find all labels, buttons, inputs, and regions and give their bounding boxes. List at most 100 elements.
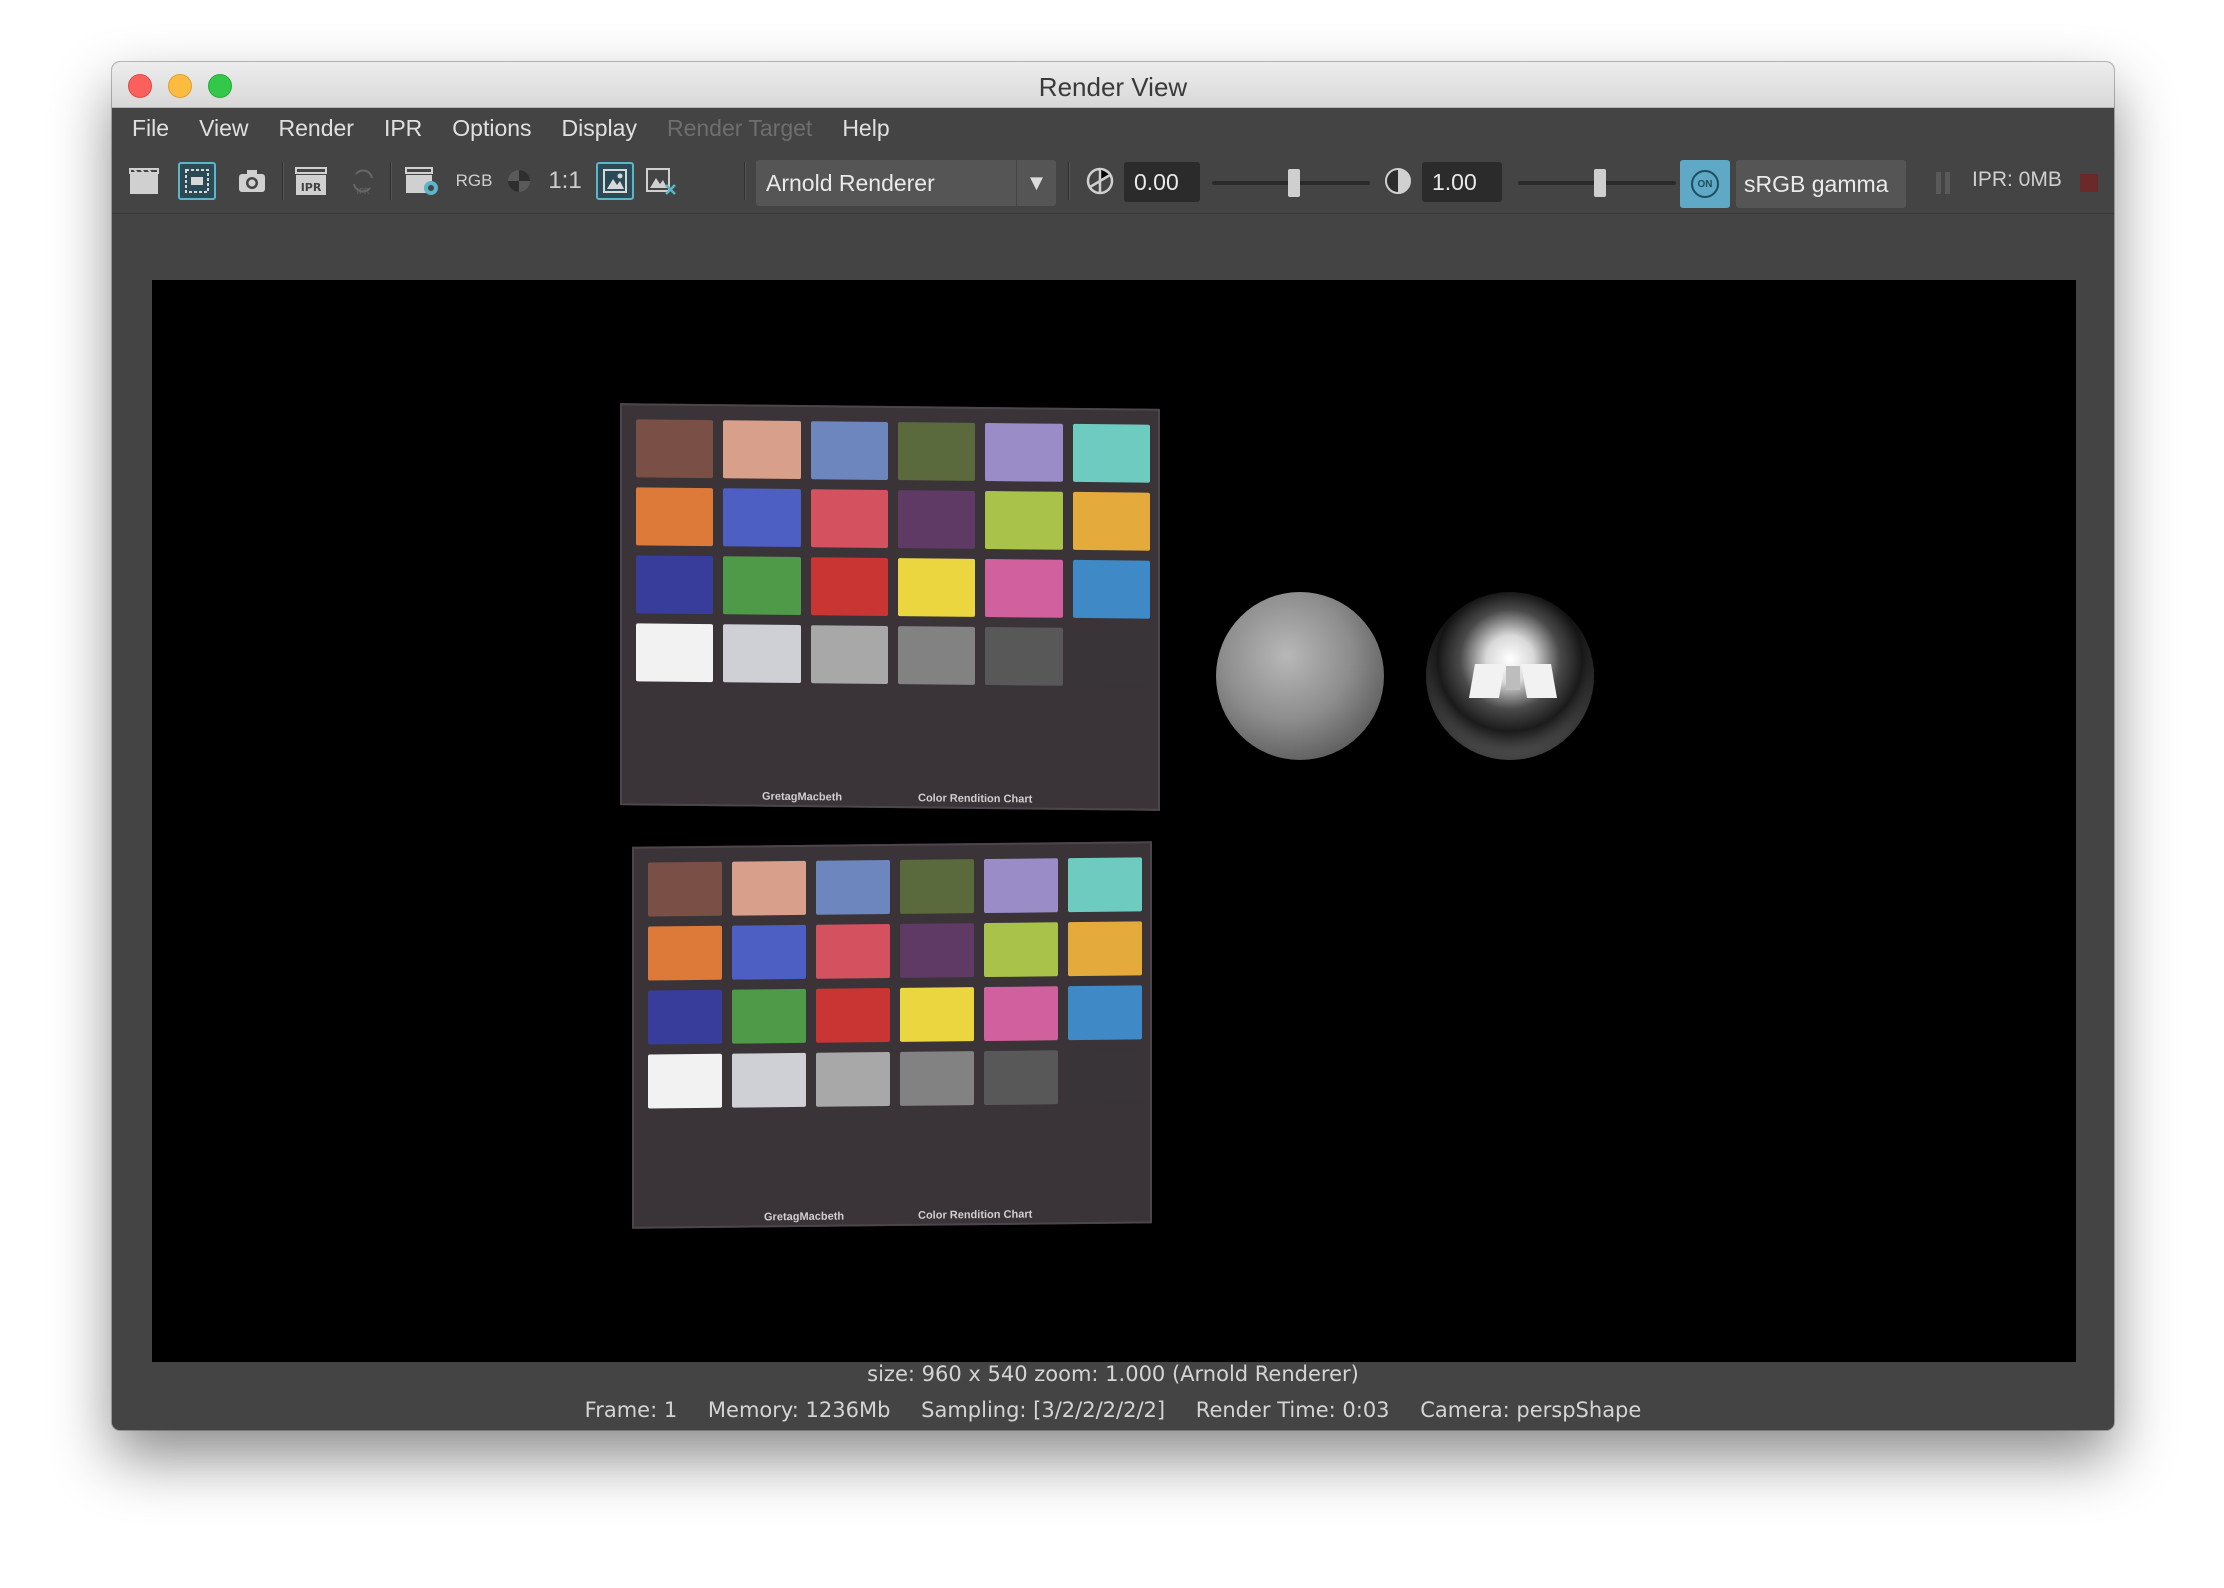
render-canvas[interactable]: GretagMacbeth Color Rendition Chart Gret… xyxy=(152,280,2076,1362)
status-camera: Camera: perspShape xyxy=(1420,1398,1642,1422)
color-swatch xyxy=(1068,985,1142,1041)
menu-file[interactable]: File xyxy=(132,115,169,142)
color-swatch xyxy=(636,419,714,479)
color-swatch xyxy=(732,860,806,916)
alpha-channel-icon xyxy=(502,162,536,200)
render-settings-icon[interactable] xyxy=(402,162,442,200)
color-chart-top: GretagMacbeth Color Rendition Chart xyxy=(620,403,1160,811)
reflection-highlight xyxy=(1469,664,1505,698)
color-swatch xyxy=(900,923,974,978)
color-swatch xyxy=(1072,559,1150,619)
color-swatch xyxy=(810,421,888,480)
menu-help[interactable]: Help xyxy=(842,115,889,142)
chart-label-right: Color Rendition Chart xyxy=(918,792,1033,806)
window-title: Render View xyxy=(1038,72,1188,102)
color-swatch xyxy=(723,420,801,480)
svg-text:IPR: IPR xyxy=(301,181,322,194)
ipr-memory-label: IPR: 0MB xyxy=(1972,168,2062,191)
swatch-grid xyxy=(636,419,1150,687)
color-swatch xyxy=(1068,921,1142,977)
color-swatch xyxy=(810,557,888,616)
title-bar[interactable]: Render View xyxy=(112,62,2114,108)
color-swatch xyxy=(898,422,976,481)
gamma-field[interactable]: 1.00 xyxy=(1422,162,1502,202)
color-swatch xyxy=(984,922,1058,978)
color-swatch xyxy=(898,626,976,685)
ipr-refresh-icon: IPR xyxy=(346,162,380,200)
color-swatch xyxy=(648,989,722,1045)
color-swatch xyxy=(810,625,888,684)
color-swatch xyxy=(648,925,722,981)
color-swatch xyxy=(985,558,1063,618)
ipr-render-icon[interactable]: IPR xyxy=(292,162,330,200)
color-swatch xyxy=(732,924,806,980)
color-swatch xyxy=(898,490,976,549)
color-swatch xyxy=(723,556,801,616)
gamma-icon[interactable] xyxy=(1380,162,1416,200)
snapshot-icon[interactable] xyxy=(234,162,270,200)
exposure-field[interactable]: 0.00 xyxy=(1124,162,1200,202)
render-region-icon[interactable] xyxy=(178,162,216,200)
status-memory: Memory: 1236Mb xyxy=(707,1398,891,1422)
color-swatch xyxy=(648,1053,722,1109)
render-view-area: GretagMacbeth Color Rendition Chart Gret… xyxy=(112,214,2114,1430)
menu-render-target: Render Target xyxy=(666,114,813,141)
stop-icon[interactable] xyxy=(2080,174,2098,192)
color-swatch xyxy=(1072,491,1150,551)
color-swatch xyxy=(898,558,976,617)
color-swatch xyxy=(732,1052,806,1108)
color-swatch xyxy=(1072,423,1150,483)
menu-ipr[interactable]: IPR xyxy=(384,115,422,142)
color-swatch xyxy=(1068,1049,1142,1105)
color-swatch xyxy=(723,488,801,548)
color-swatch xyxy=(732,988,806,1044)
exposure-slider-thumb[interactable] xyxy=(1288,169,1301,197)
menu-options[interactable]: Options xyxy=(452,115,531,142)
status-sampling: Sampling: [3/2/2/2/2/2] xyxy=(921,1398,1166,1422)
chrome-sphere xyxy=(1426,592,1594,760)
real-size-icon[interactable]: 1:1 xyxy=(542,162,588,200)
diffuse-sphere xyxy=(1216,592,1384,760)
renderer-value: Arnold Renderer xyxy=(766,169,935,196)
keep-image-icon[interactable] xyxy=(596,162,634,200)
status-render-time: Render Time: 0:03 xyxy=(1195,1398,1390,1422)
color-swatch xyxy=(984,1050,1058,1106)
color-swatch xyxy=(900,859,974,914)
menu-display[interactable]: Display xyxy=(562,115,637,142)
color-chart-bottom: GretagMacbeth Color Rendition Chart xyxy=(632,841,1152,1229)
gamma-slider-thumb[interactable] xyxy=(1594,169,1607,197)
svg-text:IPR: IPR xyxy=(357,187,370,196)
swatch-grid xyxy=(648,857,1142,1109)
remove-image-icon[interactable] xyxy=(642,162,680,200)
rgb-channel-icon[interactable]: RGB xyxy=(454,162,494,200)
reflection-highlight xyxy=(1506,666,1520,690)
color-swatch xyxy=(636,487,714,547)
color-management-toggle-icon[interactable]: ON xyxy=(1680,160,1730,208)
color-swatch xyxy=(816,924,890,979)
exposure-slider[interactable] xyxy=(1212,169,1370,197)
status-size-zoom: size: 960 x 540 zoom: 1.000 (Arnold Rend… xyxy=(867,1362,1359,1386)
color-swatch xyxy=(648,861,722,917)
chevron-down-icon[interactable]: ▼ xyxy=(1016,160,1056,206)
renderer-dropdown[interactable]: Arnold Renderer ▼ xyxy=(756,160,1056,206)
exposure-icon[interactable] xyxy=(1082,162,1118,200)
color-space-field[interactable]: sRGB gamma xyxy=(1736,160,1906,208)
color-swatch xyxy=(816,988,890,1043)
render-view-window: Render View File View Render IPR Options… xyxy=(112,62,2114,1430)
chart-label-right: Color Rendition Chart xyxy=(918,1208,1033,1222)
menu-view[interactable]: View xyxy=(199,115,248,142)
reflection-highlight xyxy=(1521,664,1557,698)
pause-icon[interactable] xyxy=(1936,172,1950,194)
render-frame-icon[interactable] xyxy=(126,162,162,200)
color-swatch xyxy=(636,555,714,615)
color-swatch xyxy=(816,860,890,915)
menu-render[interactable]: Render xyxy=(279,115,354,142)
color-toggle-label: ON xyxy=(1691,170,1719,198)
menu-bar: File View Render IPR Options Display Ren… xyxy=(112,108,2114,148)
color-swatch xyxy=(1072,627,1150,687)
gamma-slider[interactable] xyxy=(1518,169,1676,197)
color-swatch xyxy=(985,626,1063,686)
status-info: Frame: 1 Memory: 1236Mb Sampling: [3/2/2… xyxy=(112,1398,2114,1422)
color-swatch xyxy=(985,422,1063,482)
color-swatch xyxy=(900,1051,974,1106)
